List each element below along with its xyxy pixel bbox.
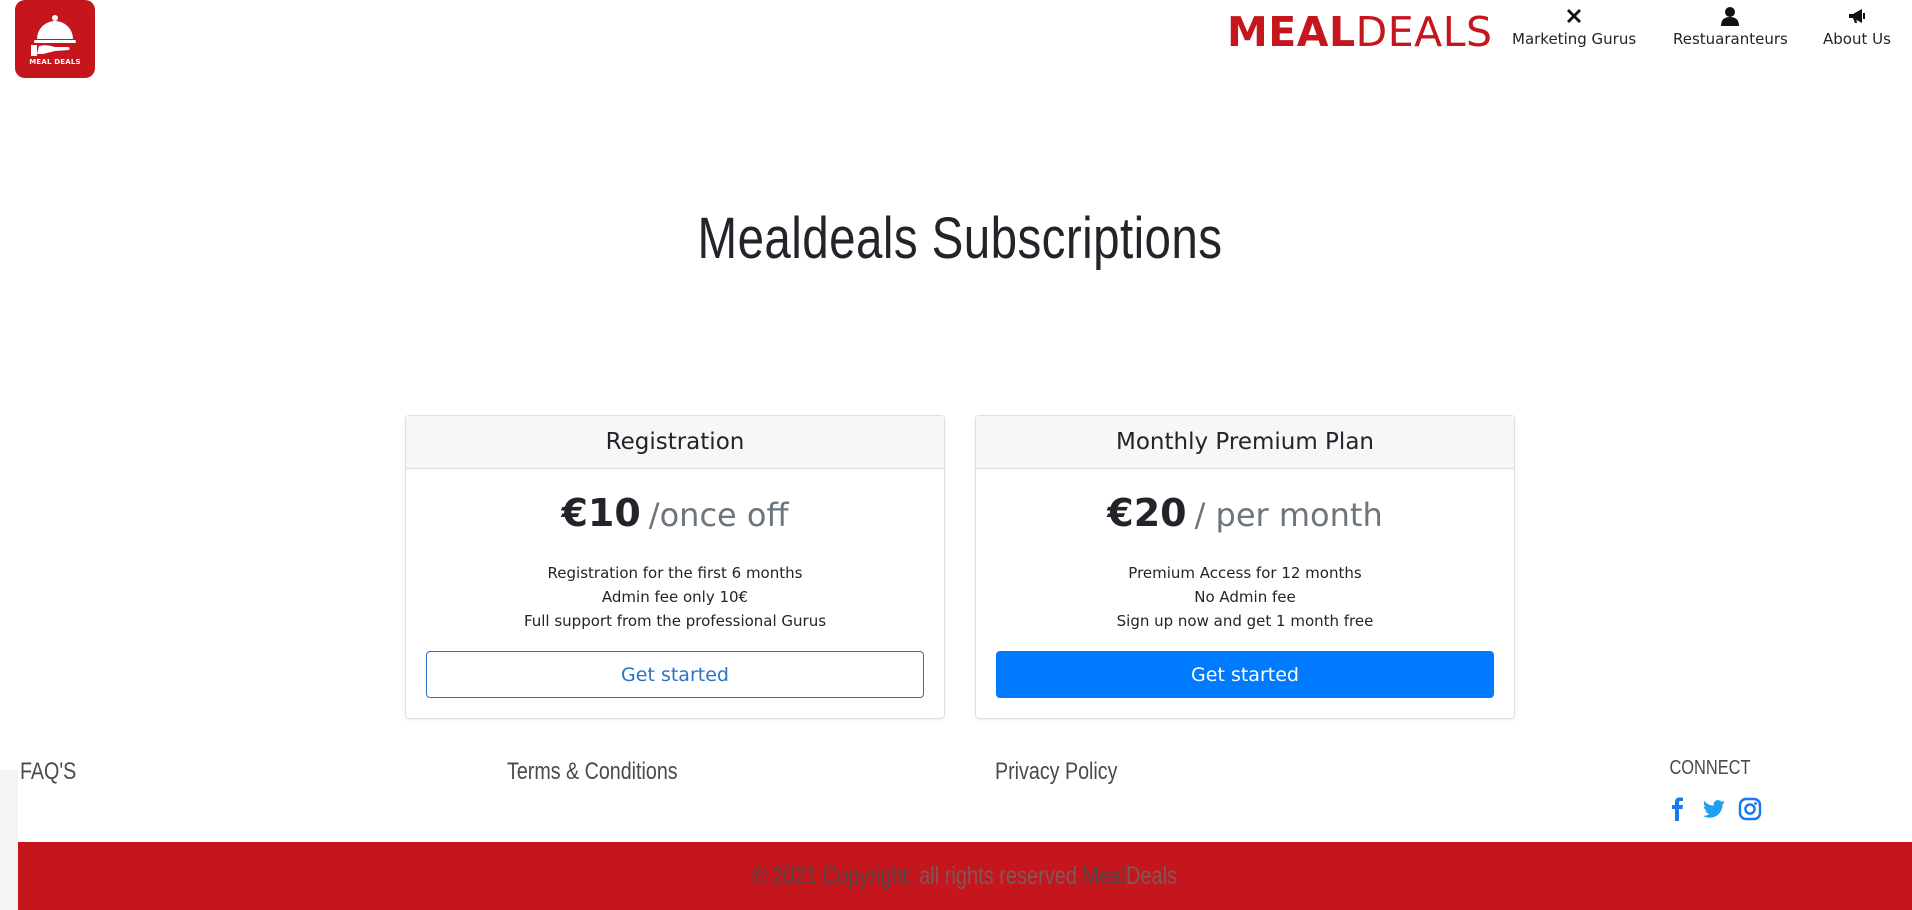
get-started-button[interactable]: Get started bbox=[426, 651, 924, 698]
feature-list: Premium Access for 12 months No Admin fe… bbox=[976, 561, 1514, 633]
footer-link-privacy[interactable]: Privacy Policy bbox=[995, 758, 1117, 786]
connect-heading: CONNECT bbox=[1669, 757, 1751, 779]
plan-card-registration: Registration €10/once off Registration f… bbox=[405, 415, 945, 719]
page-title: Mealdeals Subscriptions bbox=[697, 206, 1223, 271]
twitter-icon[interactable] bbox=[1702, 797, 1726, 821]
feature-item: Premium Access for 12 months bbox=[1128, 564, 1362, 582]
nav-label: Marketing Gurus bbox=[1512, 30, 1637, 48]
brand-part-meal: MEAL bbox=[1227, 8, 1356, 56]
tools-icon bbox=[1567, 9, 1582, 23]
nav-restuaranteurs[interactable]: Restuaranteurs bbox=[1673, 6, 1788, 48]
feature-item: Sign up now and get 1 month free bbox=[1116, 612, 1374, 630]
nav-label: About Us bbox=[1823, 30, 1891, 48]
feature-item: No Admin fee bbox=[1194, 588, 1296, 606]
copyright-brand-deals: Deals bbox=[1126, 861, 1178, 890]
nav-marketing-gurus[interactable]: Marketing Gurus bbox=[1512, 6, 1636, 48]
copyright-brand-meal: Meal bbox=[1082, 861, 1127, 890]
footer-link-terms[interactable]: Terms & Conditions bbox=[507, 758, 678, 786]
user-icon bbox=[1721, 7, 1740, 26]
plan-name: Registration bbox=[406, 416, 944, 469]
price-amount: €20 bbox=[1107, 491, 1187, 535]
copyright-prefix: © 2021 Copyright: bbox=[752, 861, 915, 890]
logo-text: MEAL DEALS bbox=[29, 57, 81, 66]
footer-link-faqs[interactable]: FAQ'S bbox=[20, 758, 76, 786]
nav-about-us[interactable]: About Us bbox=[1823, 6, 1891, 48]
brand-title[interactable]: MEALDEALS bbox=[1227, 6, 1493, 58]
price-period: / per month bbox=[1194, 496, 1383, 534]
plan-card-monthly-premium: Monthly Premium Plan €20/ per month Prem… bbox=[975, 415, 1515, 719]
social-links bbox=[1666, 797, 1762, 821]
plan-price: €10/once off bbox=[406, 491, 944, 535]
instagram-icon[interactable] bbox=[1738, 797, 1762, 821]
feature-item: Full support from the professional Gurus bbox=[523, 612, 827, 630]
plan-name: Monthly Premium Plan bbox=[976, 416, 1514, 469]
facebook-icon[interactable] bbox=[1666, 797, 1690, 821]
logo[interactable]: MEAL DEALS bbox=[15, 0, 95, 78]
copyright-rights: all rights reserved bbox=[919, 861, 1078, 890]
copyright-bar: © 2021 Copyright: all rights reserved Me… bbox=[18, 842, 1912, 910]
get-started-button[interactable]: Get started bbox=[996, 651, 1494, 698]
feature-list: Registration for the first 6 months Admi… bbox=[406, 561, 944, 633]
cloche-hand-icon bbox=[31, 14, 76, 56]
feature-item: Admin fee only 10€ bbox=[601, 588, 749, 606]
copyright-text: © 2021 Copyright: all rights reserved Me… bbox=[753, 862, 1178, 891]
plan-price: €20/ per month bbox=[976, 491, 1514, 535]
price-period: /once off bbox=[648, 496, 789, 534]
price-amount: €10 bbox=[561, 491, 641, 535]
nav-label: Restuaranteurs bbox=[1673, 30, 1788, 48]
left-rule bbox=[0, 770, 18, 910]
brand-part-deals: DEALS bbox=[1355, 8, 1493, 56]
megaphone-icon bbox=[1848, 9, 1865, 23]
feature-item: Registration for the first 6 months bbox=[547, 564, 803, 582]
